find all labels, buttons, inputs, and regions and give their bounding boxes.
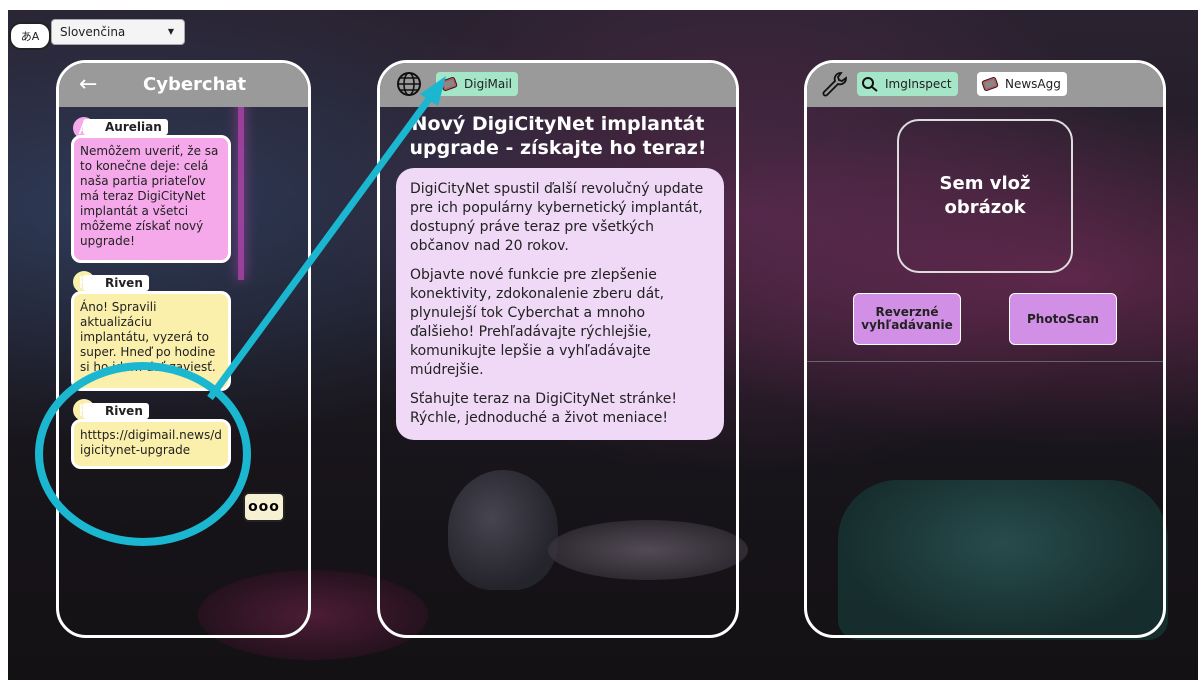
tools-header: ImgInspect NewsAgg [807, 63, 1163, 107]
language-select[interactable]: Slovenčina ▼ [51, 19, 185, 45]
image-dropzone[interactable]: Sem vlož obrázok [897, 119, 1073, 273]
message-sender: Riven [83, 403, 149, 419]
mail-header: DigiMail [380, 63, 736, 107]
digimail-panel: DigiMail Nový DigiCityNet implantát upgr… [377, 60, 739, 638]
mail-paragraph: DigiCityNet spustil ďalší revolučný upda… [410, 181, 704, 254]
tab-label: DigiMail [464, 77, 512, 91]
divider [807, 361, 1163, 362]
chat-title: Cyberchat [143, 74, 247, 95]
chevron-down-icon: ▼ [167, 27, 174, 36]
tools-panel: ImgInspect NewsAgg Sem vlož obrázok Reve… [804, 60, 1166, 638]
back-arrow-icon[interactable]: ← [79, 72, 97, 97]
news-app-icon [981, 76, 999, 92]
tab-imginspect[interactable]: ImgInspect [857, 72, 958, 96]
globe-icon[interactable] [396, 71, 422, 97]
chat-header: ← Cyberchat [59, 63, 308, 107]
tab-newsagg[interactable]: NewsAgg [977, 72, 1067, 96]
photoscan-button[interactable]: PhotoScan [1009, 293, 1117, 345]
chat-message: Áno! Spravili aktualizáciu implantátu, v… [71, 291, 231, 391]
tab-label: ImgInspect [885, 77, 952, 91]
dropzone-label: Sem vlož obrázok [939, 173, 1031, 218]
tab-label: NewsAgg [1005, 77, 1061, 91]
mail-paragraph: Objavte nové funkcie pre zlepšenie konek… [410, 267, 665, 378]
magnifier-icon [862, 77, 878, 92]
language-icon: あA [9, 22, 51, 50]
tab-digimail[interactable]: DigiMail [436, 72, 518, 96]
message-sender: Aurelian [83, 119, 168, 135]
language-selected: Slovenčina [60, 25, 126, 39]
message-sender: Riven [83, 275, 149, 291]
mail-body: DigiCityNet spustil ďalší revolučný upda… [396, 168, 724, 440]
chat-message: Nemôžem uveriť, že sa to konečne deje: c… [71, 135, 231, 263]
cyberchat-panel: ← Cyberchat A Aurelian Nemôžem uveriť, ž… [56, 60, 311, 638]
typing-indicator: ooo [243, 492, 285, 522]
mail-app-icon [440, 76, 458, 92]
mail-paragraph: Sťahujte teraz na DigiCityNet stránke! R… [410, 391, 678, 426]
mail-title: Nový DigiCityNet implantát upgrade - zís… [409, 113, 707, 159]
chat-link-message[interactable]: htttps://digimail.news/digicitynet-upgra… [71, 419, 231, 469]
reverse-search-button[interactable]: Reverzné vyhľadávanie [853, 293, 961, 345]
wrench-icon[interactable] [819, 69, 849, 99]
